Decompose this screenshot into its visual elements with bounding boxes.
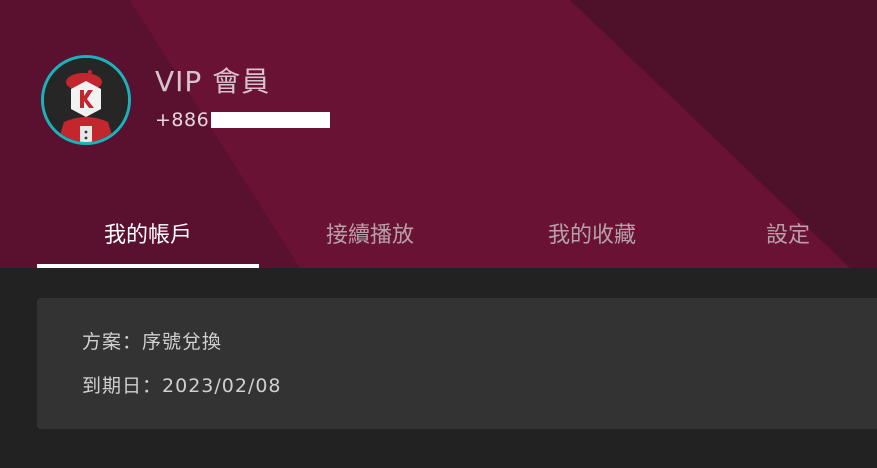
avatar[interactable] bbox=[41, 55, 131, 145]
plan-value: 序號兌換 bbox=[142, 331, 223, 353]
expiry-date: 2023/02/08 bbox=[162, 375, 282, 397]
tab-settings[interactable]: 設定 bbox=[703, 214, 873, 268]
plan-row: 方案：序號兌換 bbox=[82, 328, 222, 356]
tab-continue-playing[interactable]: 接續播放 bbox=[259, 214, 481, 268]
plan-label: 方案： bbox=[82, 331, 143, 353]
kkbox-mascot-avatar-icon bbox=[44, 58, 128, 142]
phone-country-code: +886 bbox=[155, 109, 210, 131]
phone-number: +886 bbox=[155, 108, 331, 132]
membership-title: VIP 會員 bbox=[155, 65, 271, 98]
profile-header: VIP 會員 +886 我的帳戶 接續播放 我的收藏 設定 bbox=[0, 0, 877, 268]
expiry-row: 到期日：2023/02/08 bbox=[82, 372, 282, 400]
account-info-card: 方案：序號兌換 到期日：2023/02/08 bbox=[37, 298, 877, 429]
account-tabs: 我的帳戶 接續播放 我的收藏 設定 bbox=[0, 214, 877, 268]
tab-my-account[interactable]: 我的帳戶 bbox=[37, 214, 259, 268]
expiry-label: 到期日： bbox=[82, 375, 163, 397]
phone-redaction-box bbox=[211, 112, 331, 128]
tab-my-collection[interactable]: 我的收藏 bbox=[481, 214, 703, 268]
active-tab-indicator bbox=[37, 264, 259, 268]
account-page: VIP 會員 +886 我的帳戶 接續播放 我的收藏 設定 方案：序號兌換 到期… bbox=[0, 0, 877, 468]
